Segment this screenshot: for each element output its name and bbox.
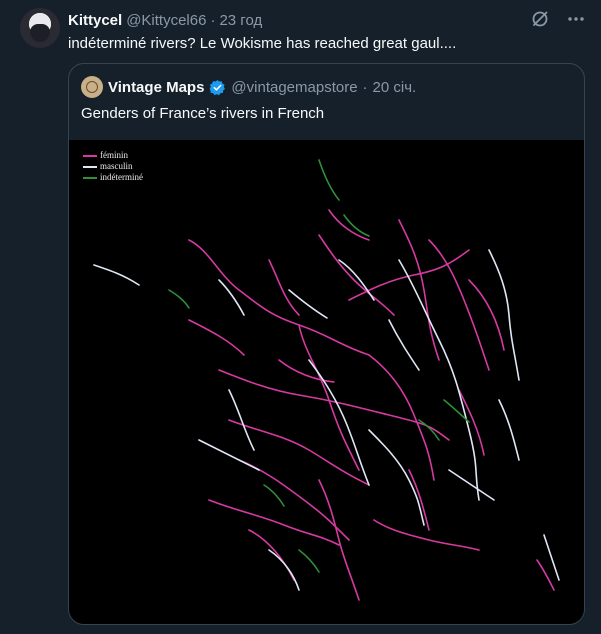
avatar[interactable]: [20, 8, 60, 48]
tweet-actions: [529, 8, 587, 30]
river-map-image[interactable]: féminin masculin indéterminé: [69, 140, 584, 624]
tweet-text: indéterminé rivers? Le Wokisme has reach…: [68, 35, 457, 52]
quoted-author-name[interactable]: Vintage Maps: [108, 79, 204, 96]
tweet-header: Kittycel @Kittycel66 · 23 год: [68, 10, 262, 30]
quoted-time-separator: ·: [362, 78, 368, 96]
verified-badge-icon: [209, 79, 226, 96]
author-name[interactable]: Kittycel: [68, 12, 122, 29]
slashed-circle-icon[interactable]: [529, 8, 551, 30]
quoted-text: Genders of France’s rivers in French: [81, 105, 325, 122]
quoted-author-handle[interactable]: @vintagemapstore: [231, 79, 357, 96]
tweet[interactable]: Kittycel @Kittycel66 · 23 год indétermin…: [0, 0, 601, 634]
feminine-rivers: [188, 209, 555, 601]
time-separator: ·: [210, 11, 216, 29]
quoted-timestamp[interactable]: 20 січ.: [373, 79, 417, 96]
river-network: [93, 159, 560, 601]
tweet-timestamp[interactable]: 23 год: [219, 12, 262, 29]
quoted-tweet[interactable]: Vintage Maps @vintagemapstore · 20 січ. …: [68, 63, 585, 625]
more-dots-icon[interactable]: [565, 8, 587, 30]
author-handle[interactable]: @Kittycel66: [126, 12, 206, 29]
quoted-avatar[interactable]: [81, 76, 103, 98]
quoted-header: Vintage Maps @vintagemapstore · 20 січ.: [81, 76, 416, 98]
